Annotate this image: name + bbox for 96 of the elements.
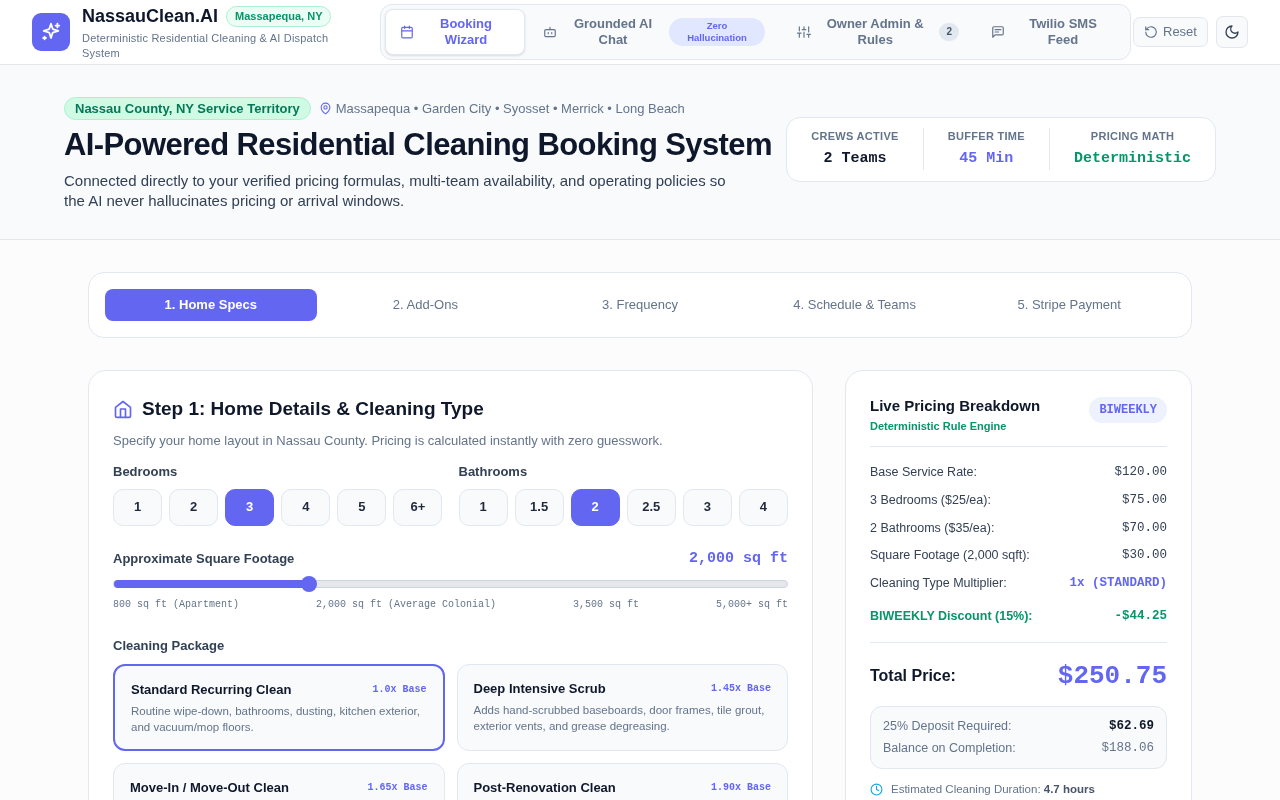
package-option[interactable]: Post-Renovation Clean 1.90x Base xyxy=(456,763,788,800)
card-title: Step 1: Home Details & Cleaning Type xyxy=(142,397,484,421)
package-option[interactable]: Deep Intensive Scrub 1.45x Base Adds hand-scrubbed baseboards, door frames, tile grout, exterior vents, and grease degreasing. xyxy=(456,663,788,751)
brand-subtitle: Deterministic Residential Cleaning & AI Dispatch System xyxy=(82,31,330,61)
option-button[interactable]: 1.5 xyxy=(514,488,564,526)
package-name: Post-Renovation Clean xyxy=(473,779,616,797)
option-button[interactable]: 6+ xyxy=(393,488,443,526)
nav-tab[interactable]: Owner Admin & Rules 2 xyxy=(783,9,973,55)
payment-value: $188.06 xyxy=(1101,740,1154,758)
option-button[interactable]: 3 xyxy=(682,488,732,526)
house-icon xyxy=(113,399,133,420)
nav-tab[interactable]: Booking Wizard xyxy=(385,9,525,55)
payment-label: 25% Deposit Required: xyxy=(883,717,1012,735)
reset-icon xyxy=(1144,25,1158,39)
field-label: Bathrooms xyxy=(458,463,529,481)
option-button[interactable]: 2 xyxy=(570,488,620,526)
step-tab[interactable]: 1. Home Specs xyxy=(105,289,317,321)
package-multiplier: 1.65x Base xyxy=(367,781,428,796)
step-tab[interactable]: 4. Schedule & Teams xyxy=(748,289,961,321)
price-line-value: -$44.25 xyxy=(1114,607,1167,625)
price-line-label: Square Footage (2,000 sqft): xyxy=(870,547,1030,565)
town-list: Massapequa • Garden City • Syosset • Merrick • Long Beach xyxy=(335,98,685,119)
package-option[interactable]: Move-In / Move-Out Clean 1.65x Base xyxy=(113,763,445,800)
payment-value: $62.69 xyxy=(1109,717,1154,735)
payment-label: Balance on Completion: xyxy=(883,740,1016,758)
package-description: Adds hand-scrubbed baseboards, door frames, tile grout, exterior vents, and grease degreasing. xyxy=(473,703,766,734)
option-button[interactable]: 2 xyxy=(169,488,219,526)
option-button[interactable]: 4 xyxy=(281,488,331,526)
option-button[interactable]: 2.5 xyxy=(626,488,676,526)
package-option[interactable]: Standard Recurring Clean 1.0x Base Routine wipe-down, bathrooms, dusting, kitchen exterior, and vacuum/mop floors. xyxy=(113,663,445,751)
field-label: Bedrooms xyxy=(113,463,179,481)
stat-value: 45 Min xyxy=(959,148,1014,169)
slider-tick-label: 5,000+ sq ft xyxy=(716,598,788,612)
robot-icon xyxy=(543,25,557,39)
calendar-icon xyxy=(400,25,414,39)
frequency-badge: BIWEEKLY xyxy=(1089,397,1167,423)
step-tab[interactable]: 3. Frequency xyxy=(534,289,746,321)
package-description: Routine wipe-down, bathrooms, dusting, kitchen exterior, and vacuum/mop floors. xyxy=(131,704,421,735)
location-badge: Massapequa, NY xyxy=(226,6,332,27)
nav-tab[interactable]: Twilio SMS Feed xyxy=(977,9,1127,55)
tab-badge: Zero Hallucination xyxy=(669,18,765,46)
message-icon xyxy=(991,25,1005,39)
total-label: Total Price: xyxy=(870,666,956,686)
package-multiplier: 1.90x Base xyxy=(711,781,771,796)
package-multiplier: 1.0x Base xyxy=(372,682,427,697)
field-label: Cleaning Package xyxy=(113,637,226,655)
duration-text: Estimated Cleaning Duration: 4.7 hours xyxy=(891,782,1095,797)
field-label: Approximate Square Footage xyxy=(113,550,295,568)
card-description: Specify your home layout in Nassau County. Pricing is calculated instantly with zero guesswork. xyxy=(113,431,664,450)
stat-value: 2 Teams xyxy=(823,148,887,169)
price-line-label: 2 Bathrooms ($35/ea): xyxy=(870,519,995,537)
package-name: Move-In / Move-Out Clean xyxy=(130,779,289,797)
price-line-label: 3 Bedrooms ($25/ea): xyxy=(870,491,991,509)
nav-tab[interactable]: Grounded AI Chat Zero Hallucination xyxy=(529,9,779,55)
sparkles-icon xyxy=(40,21,62,43)
pricing-subtitle: Deterministic Rule Engine xyxy=(870,418,1008,434)
pricing-title: Live Pricing Breakdown xyxy=(870,396,1041,416)
price-line-label: BIWEEKLY Discount (15%): xyxy=(870,607,1033,625)
page-title: AI-Powered Residential Cleaning Booking System xyxy=(64,126,772,165)
price-line-label: Cleaning Type Multiplier: xyxy=(870,575,1007,592)
price-line-label: Base Service Rate: xyxy=(870,464,977,481)
slider-tick-label: 2,000 sq ft (Average Colonial) xyxy=(316,598,497,612)
reset-button[interactable]: Reset xyxy=(1133,17,1208,47)
stat-label: PRICING MATH xyxy=(1090,129,1175,144)
price-line-value: $70.00 xyxy=(1122,519,1167,537)
price-line-value: $30.00 xyxy=(1122,547,1167,565)
footage-reading: 2,000 sq ft xyxy=(688,548,788,569)
price-line-value: 1x (STANDARD) xyxy=(1069,575,1167,592)
theme-toggle-button[interactable] xyxy=(1215,16,1248,48)
slider-thumb[interactable] xyxy=(301,576,318,592)
slider-tick-label: 3,500 sq ft xyxy=(573,598,639,612)
package-name: Standard Recurring Clean xyxy=(131,680,292,699)
clock-icon xyxy=(870,783,883,797)
option-button[interactable]: 1 xyxy=(113,488,163,526)
territory-badge: Nassau County, NY Service Territory xyxy=(64,96,311,121)
package-name: Deep Intensive Scrub xyxy=(473,679,606,698)
price-line-value: $75.00 xyxy=(1122,491,1167,509)
sliders-icon xyxy=(797,25,811,39)
package-multiplier: 1.45x Base xyxy=(711,681,771,696)
slider-tick-label: 800 sq ft (Apartment) xyxy=(113,598,240,612)
step-tab[interactable]: 5. Stripe Payment xyxy=(963,289,1175,321)
stat-label: BUFFER TIME xyxy=(947,129,1025,144)
stat-value: Deterministic xyxy=(1073,148,1191,169)
option-button[interactable]: 1 xyxy=(458,488,508,526)
price-line-value: $120.00 xyxy=(1114,464,1167,481)
step-tab[interactable]: 2. Add-Ons xyxy=(319,289,532,321)
page-description: Connected directly to your verified pricing formulas, multi-team availability, and operating policies so the AI never hallucinates pricing or arrival windows. xyxy=(64,171,727,212)
option-button[interactable]: 4 xyxy=(738,488,788,526)
option-button[interactable]: 3 xyxy=(225,488,275,526)
tab-badge: 2 xyxy=(939,23,959,41)
stat-label: CREWS ACTIVE xyxy=(811,129,899,144)
option-button[interactable]: 5 xyxy=(337,488,387,526)
moon-icon xyxy=(1223,24,1240,40)
brand-name: NassauClean.AI xyxy=(82,5,219,28)
total-price: $250.75 xyxy=(1057,659,1167,693)
map-pin-icon xyxy=(318,102,332,115)
